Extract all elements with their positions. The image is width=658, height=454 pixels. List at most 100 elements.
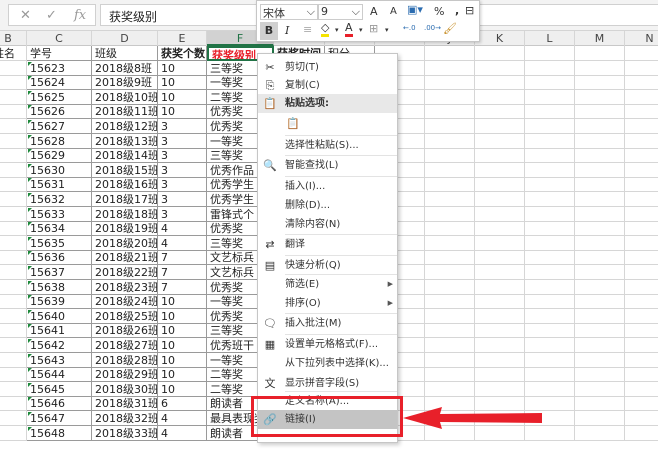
cell-C19[interactable]: 15640 (27, 308, 92, 324)
cell-K12[interactable] (475, 206, 525, 222)
cell-N27[interactable] (625, 426, 658, 441)
cell-L1[interactable] (525, 46, 575, 61)
cell-L9[interactable] (525, 162, 575, 178)
cell-B12[interactable] (0, 206, 27, 222)
cell-J12[interactable] (425, 206, 475, 222)
cell-K3[interactable] (475, 75, 525, 91)
cell-K6[interactable] (475, 119, 525, 134)
menu-item-8[interactable]: 清除内容(N) (258, 215, 397, 234)
cell-B8[interactable] (0, 148, 27, 164)
cell-B25[interactable] (0, 396, 27, 412)
cell-B20[interactable] (0, 323, 27, 339)
cell-M8[interactable] (575, 148, 625, 164)
cell-C22[interactable]: 15643 (27, 352, 92, 368)
cell-N12[interactable] (625, 207, 658, 222)
merge-center-icon[interactable]: ⊟ (465, 4, 474, 17)
cell-M16[interactable] (575, 265, 625, 280)
menu-item-6[interactable]: 插入(I)... (258, 177, 397, 196)
cell-M19[interactable] (575, 308, 625, 324)
cell-K13[interactable] (475, 221, 525, 237)
cell-B17[interactable] (0, 279, 27, 295)
cell-J16[interactable] (425, 265, 475, 280)
cell-D24[interactable]: 2018级30班 (92, 381, 158, 397)
cell-J4[interactable] (425, 89, 475, 105)
cell-J6[interactable] (425, 119, 475, 134)
cell-M24[interactable] (575, 381, 625, 397)
cell-B24[interactable] (0, 381, 27, 397)
cell-C1[interactable]: 学号 (27, 46, 92, 61)
column-header-E[interactable]: E (158, 31, 207, 46)
cell-M9[interactable] (575, 162, 625, 178)
cell-B19[interactable] (0, 308, 27, 324)
chevron-down-icon[interactable]: ▾ (359, 26, 363, 34)
cell-C13[interactable]: 15634 (27, 221, 92, 237)
cell-M14[interactable] (575, 235, 625, 251)
cell-L13[interactable] (525, 221, 575, 237)
cell-E23[interactable]: 10 (158, 367, 207, 383)
cell-D27[interactable]: 2018级33班 (92, 425, 158, 441)
cell-E25[interactable]: 6 (158, 396, 207, 412)
cell-D19[interactable]: 2018级25班 (92, 308, 158, 324)
cell-E3[interactable]: 10 (158, 75, 207, 91)
cell-E9[interactable]: 3 (158, 162, 207, 178)
cell-E7[interactable]: 3 (158, 133, 207, 149)
cell-K1[interactable] (475, 46, 525, 61)
cell-C14[interactable]: 15635 (27, 235, 92, 251)
menu-item-14[interactable]: ▦ 设置单元格格式(F)... (258, 335, 397, 354)
cell-D1[interactable]: 班级 (92, 46, 158, 61)
cell-J13[interactable] (425, 221, 475, 237)
italic-button[interactable]: I (285, 24, 289, 37)
cell-J2[interactable] (425, 60, 475, 76)
cell-N26[interactable] (625, 411, 658, 426)
cell-N9[interactable] (625, 163, 658, 178)
cell-E27[interactable]: 4 (158, 425, 207, 441)
cell-M26[interactable] (575, 411, 625, 426)
cell-K18[interactable] (475, 294, 525, 310)
cell-E16[interactable]: 7 (158, 265, 207, 280)
cell-D21[interactable]: 2018级27班 (92, 338, 158, 353)
cell-D8[interactable]: 2018级14班 (92, 148, 158, 164)
chevron-down-icon[interactable]: ▾ (385, 26, 389, 34)
cell-B3[interactable] (0, 75, 27, 91)
cell-D17[interactable]: 2018级23班 (92, 279, 158, 295)
menu-item-11[interactable]: 筛选(E) ▶ (258, 275, 397, 294)
cell-L2[interactable] (525, 60, 575, 76)
cell-C24[interactable]: 15645 (27, 381, 92, 397)
column-header-N[interactable]: N (625, 31, 658, 46)
cell-J20[interactable] (425, 323, 475, 339)
cell-N18[interactable] (625, 294, 658, 310)
cell-B26[interactable] (0, 411, 27, 426)
cell-B15[interactable] (0, 250, 27, 266)
cell-D26[interactable]: 2018级32班 (92, 411, 158, 426)
cell-N8[interactable] (625, 148, 658, 164)
cell-K20[interactable] (475, 323, 525, 339)
cell-B9[interactable] (0, 162, 27, 178)
cell-D12[interactable]: 2018级18班 (92, 206, 158, 222)
cell-K23[interactable] (475, 367, 525, 383)
cell-J18[interactable] (425, 294, 475, 310)
cell-D23[interactable]: 2018级29班 (92, 367, 158, 383)
cell-N17[interactable] (625, 280, 658, 295)
cell-J14[interactable] (425, 235, 475, 251)
cell-K2[interactable] (475, 60, 525, 76)
cell-J24[interactable] (425, 381, 475, 397)
cell-C12[interactable]: 15633 (27, 206, 92, 222)
cell-M1[interactable] (575, 46, 625, 61)
center-align-icon[interactable]: ≡ (303, 23, 312, 36)
font-color-button[interactable]: A (345, 21, 353, 37)
cell-E18[interactable]: 10 (158, 294, 207, 310)
cell-K5[interactable] (475, 104, 525, 120)
cell-E17[interactable]: 7 (158, 279, 207, 295)
cell-E2[interactable]: 10 (158, 60, 207, 76)
cell-N10[interactable] (625, 177, 658, 193)
menu-item-10[interactable]: ▤ 快速分析(Q) (258, 256, 397, 275)
cell-D3[interactable]: 2018级9班 (92, 75, 158, 91)
menu-item-9[interactable]: ⇄ 翻译 (258, 235, 397, 254)
cell-D25[interactable]: 2018级31班 (92, 396, 158, 412)
cell-C3[interactable]: 15624 (27, 75, 92, 91)
cell-N19[interactable] (625, 309, 658, 324)
cell-N13[interactable] (625, 221, 658, 237)
cell-B2[interactable] (0, 60, 27, 76)
insert-function-icon[interactable]: fx (74, 8, 86, 23)
font-size-select[interactable]: 9 ⌵ (318, 4, 363, 20)
